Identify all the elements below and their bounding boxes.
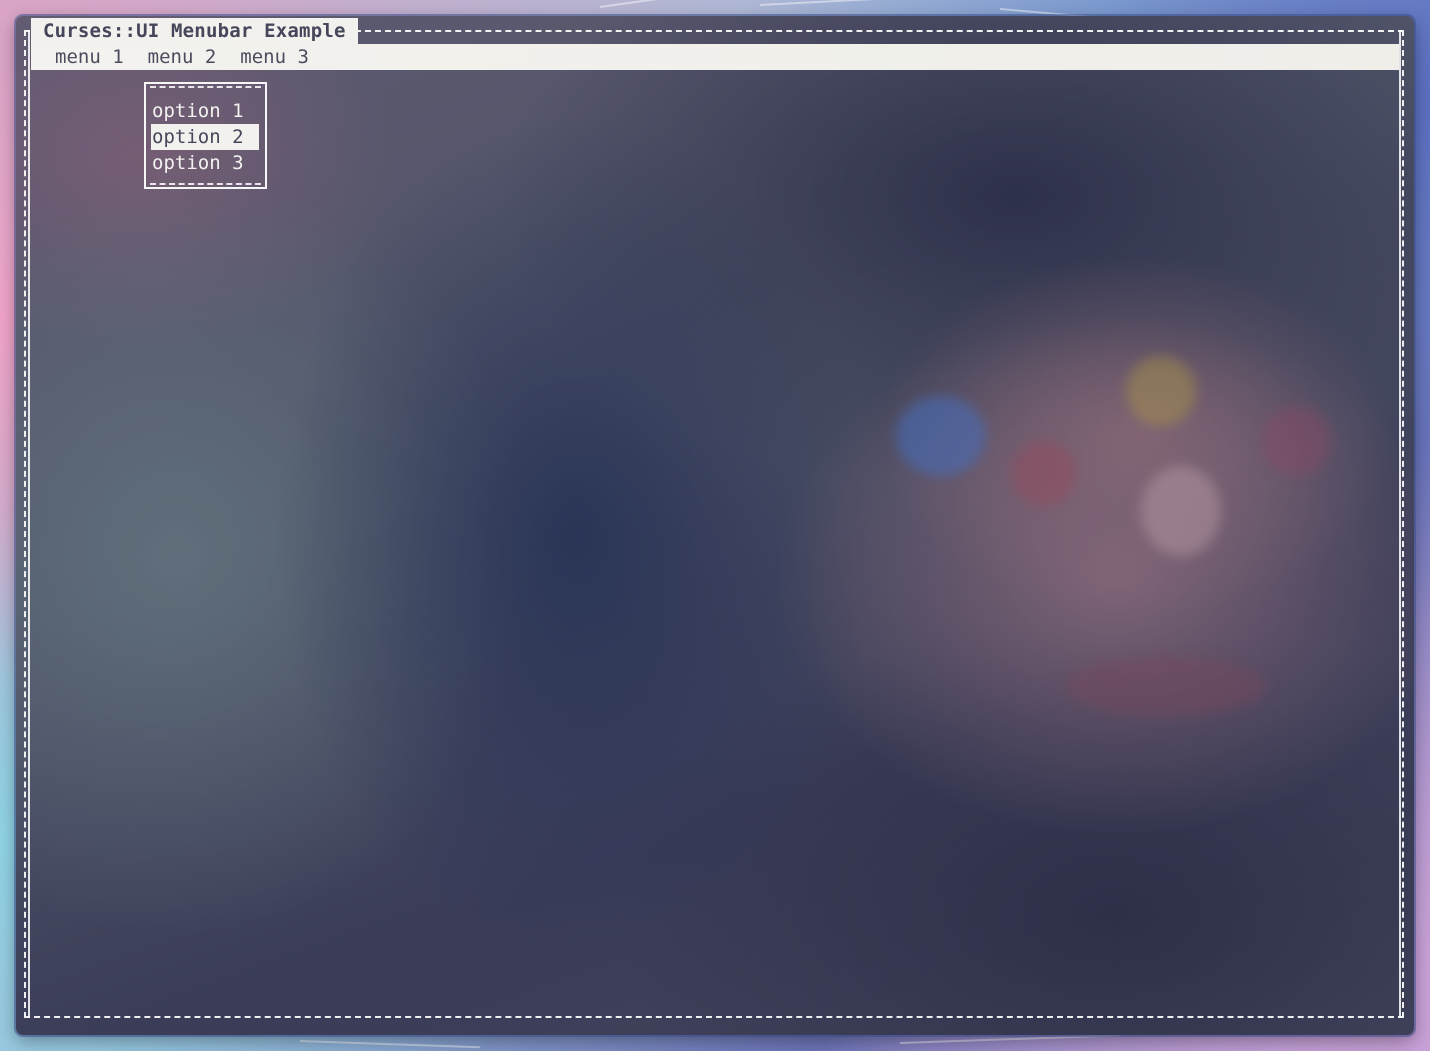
window-border-right	[1399, 30, 1401, 1018]
menu-2[interactable]: menu 2	[148, 46, 217, 68]
menu-3[interactable]: menu 3	[240, 46, 309, 68]
terminal-window: Curses::UI Menubar Example menu 1 menu 2…	[16, 16, 1414, 1035]
menu-option-3[interactable]: option 3	[151, 150, 259, 176]
window-title: Curses::UI Menubar Example	[31, 18, 358, 44]
dropdown-list: option 1 option 2 option 3	[151, 98, 259, 176]
dropdown-border-bottom	[150, 183, 261, 185]
menu-option-1[interactable]: option 1	[151, 98, 259, 124]
dropdown-border-top	[150, 86, 261, 88]
menu-option-2[interactable]: option 2	[151, 124, 259, 150]
menu-1[interactable]: menu 1	[55, 46, 124, 68]
window-border-left	[28, 30, 30, 1018]
menubar: menu 1 menu 2 menu 3	[31, 44, 1399, 70]
dropdown-menu: option 1 option 2 option 3	[144, 82, 267, 189]
